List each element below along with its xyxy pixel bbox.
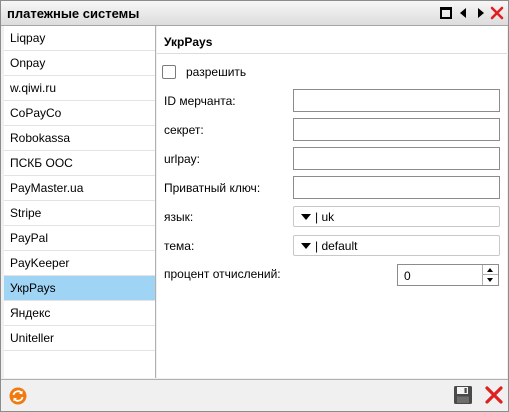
maximize-icon[interactable] [439, 6, 453, 20]
percent-value: 0 [404, 269, 411, 283]
theme-value: | default [315, 239, 358, 253]
sidebar-item[interactable]: w.qiwi.ru [4, 76, 155, 101]
language-value: | uk [315, 210, 335, 224]
sidebar-item[interactable]: Яндекс [4, 301, 155, 326]
arrow-left-icon[interactable] [457, 6, 471, 20]
urlpay-label: urlpay: [164, 152, 201, 166]
enable-checkbox[interactable] [162, 65, 176, 79]
private-key-field[interactable] [293, 176, 500, 199]
theme-select[interactable]: | default [293, 235, 500, 256]
sidebar-item[interactable]: CoPayCo [4, 101, 155, 126]
theme-label: тема: [164, 239, 195, 253]
divider [157, 53, 507, 54]
arrow-right-icon[interactable] [474, 6, 488, 20]
merchant-id-label: ID мерчанта: [164, 94, 236, 108]
secret-label: секрет: [164, 123, 204, 137]
form-title: УкрPays [164, 35, 213, 49]
stepper-buttons [482, 265, 498, 285]
sidebar-item[interactable]: УкрPays [4, 276, 155, 301]
chevron-down-icon [301, 214, 311, 220]
footer-toolbar [1, 379, 508, 411]
sidebar-item[interactable]: PayMaster.ua [4, 176, 155, 201]
title-bar: платежные системы [1, 1, 508, 26]
sidebar-item[interactable]: ПСКБ ООС [4, 151, 155, 176]
payment-systems-list: Liqpay Onpay w.qiwi.ru CoPayCo Robokassa ПСКБ… [4, 26, 156, 378]
cancel-icon[interactable] [484, 385, 504, 405]
payment-system-form: УкрPays разрешить ID мерчанта: секрет: u… [157, 26, 507, 378]
close-icon[interactable] [490, 6, 504, 20]
sidebar-item[interactable]: Stripe [4, 201, 155, 226]
merchant-id-field[interactable] [293, 89, 500, 112]
sidebar-item[interactable]: Uniteller [4, 326, 155, 351]
save-icon[interactable] [453, 385, 473, 405]
private-key-label: Приватный ключ: [164, 181, 261, 195]
language-label: язык: [164, 210, 194, 224]
sidebar-item[interactable]: PayPal [4, 226, 155, 251]
enable-label: разрешить [186, 65, 247, 79]
sidebar-item[interactable]: Onpay [4, 51, 155, 76]
sidebar-item[interactable]: Liqpay [4, 26, 155, 51]
payment-systems-window: платежные системы Liqpay Onpay w.qiwi.ru Co… [0, 0, 509, 412]
sidebar-item[interactable]: Robokassa [4, 126, 155, 151]
stepper-up-icon[interactable] [483, 265, 498, 275]
chevron-down-icon [301, 243, 311, 249]
window-title: платежные системы [7, 6, 140, 21]
secret-field[interactable] [293, 118, 500, 141]
urlpay-field[interactable] [293, 147, 500, 170]
percent-label: процент отчислений: [164, 267, 281, 281]
sidebar-item[interactable]: PayKeeper [4, 251, 155, 276]
percent-stepper[interactable]: 0 [397, 264, 499, 286]
stepper-down-icon[interactable] [483, 275, 498, 285]
refresh-icon[interactable] [9, 387, 27, 405]
language-select[interactable]: | uk [293, 206, 500, 227]
